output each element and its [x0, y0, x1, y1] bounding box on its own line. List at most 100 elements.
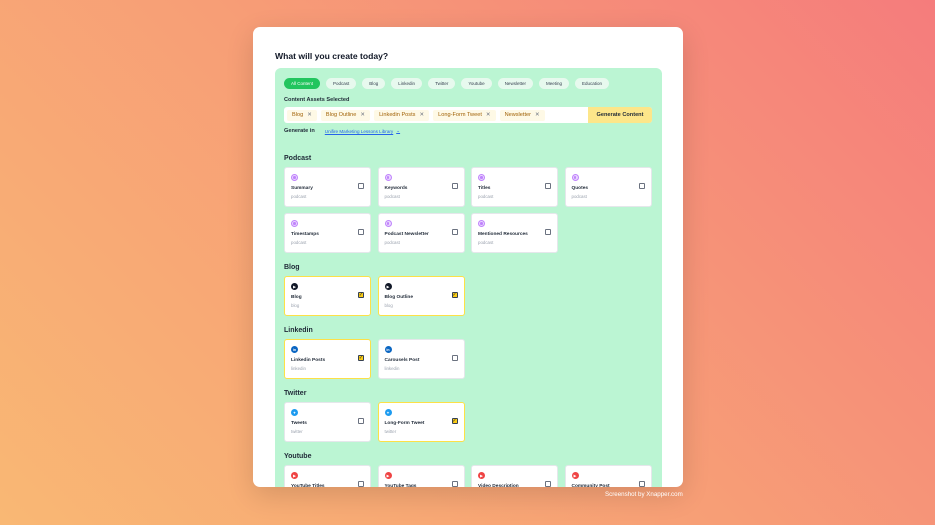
asset-card-video-description[interactable]: ▶Video Descriptionyoutube — [471, 465, 558, 487]
asset-card-titles[interactable]: Titles podcast — [471, 167, 558, 207]
asset-card-keywords[interactable]: Keywords podcast — [377, 167, 465, 207]
filter-tab-podcast[interactable]: Podcast — [326, 78, 357, 89]
asset-checkbox[interactable]: ✓ — [451, 418, 458, 424]
asset-card-youtube-titles[interactable]: ▶YouTube Titlesyoutube — [284, 465, 371, 487]
asset-checkbox[interactable]: ✓ — [451, 292, 458, 298]
library-dropdown[interactable]: Unifire Marketing Lessons Library ⌄ — [325, 128, 400, 134]
assets-selected-label: Content Assets Selected — [284, 97, 350, 103]
asset-card-timestamps[interactable]: Timestamps podcast — [284, 213, 371, 253]
asset-card-mentioned-resources[interactable]: Mentioned Resources podcast — [471, 213, 558, 253]
asset-card-community-post[interactable]: ▶Community Postyoutube — [564, 465, 652, 487]
asset-checkbox[interactable] — [545, 229, 551, 235]
content-panel: All Content Podcast Blog Linkedin Twitter You… — [275, 68, 662, 487]
asset-checkbox[interactable] — [545, 481, 551, 487]
filter-tab-youtube[interactable]: Youtube — [461, 78, 492, 89]
generate-content-button[interactable]: Generate Content — [588, 107, 652, 123]
asset-name: Long-Form Tweet — [384, 421, 425, 426]
section-title-twitter: Twitter — [284, 390, 307, 397]
asset-category: blog — [384, 303, 393, 308]
asset-card-tweets[interactable]: ✦ Tweets twitter — [284, 402, 371, 442]
asset-category: podcast — [291, 194, 307, 199]
content-creator-card: What will you create today? All Content P… — [253, 27, 683, 487]
filter-tab-all-content[interactable]: All Content — [284, 78, 321, 89]
asset-category: linkedin — [291, 366, 306, 371]
asset-checkbox[interactable] — [451, 481, 458, 487]
selected-tag-label: Linkedin Posts — [379, 112, 416, 118]
asset-category: podcast — [571, 194, 587, 199]
assets-selected-bar: Blog ✕ Blog Outline ✕ Linkedin Posts ✕ Long-Fo… — [284, 107, 652, 123]
asset-card-long-form-tweet[interactable]: ✦ Long-Form Tweet twitter ✓ — [377, 402, 465, 442]
remove-tag-icon[interactable]: ✕ — [360, 112, 365, 118]
asset-card-quotes[interactable]: Quotes podcast — [564, 167, 652, 207]
twitter-icon: ✦ — [384, 409, 392, 416]
asset-card-youtube-tags[interactable]: ▶YouTube Tagsyoutube — [377, 465, 465, 487]
asset-checkbox[interactable] — [358, 418, 364, 424]
asset-checkbox[interactable]: ✓ — [358, 292, 364, 298]
asset-checkbox[interactable] — [545, 183, 551, 189]
asset-category: podcast — [478, 194, 494, 199]
selected-tag: Newsletter ✕ — [499, 109, 545, 121]
asset-name: Podcast Newsletter — [384, 232, 429, 237]
asset-name: Community Post — [571, 484, 610, 487]
generate-in-label: Generate in — [284, 128, 315, 134]
blog-icon: ▶ — [384, 283, 392, 290]
watermark: Screenshot by Xnapper.com — [605, 491, 683, 498]
section-title-youtube: Youtube — [284, 453, 312, 460]
asset-card-podcast-newsletter[interactable]: Podcast Newsletter podcast — [377, 213, 465, 253]
asset-checkbox[interactable] — [451, 183, 458, 189]
filter-tab-education[interactable]: Education — [574, 78, 609, 89]
filter-tab-linkedin[interactable]: Linkedin — [391, 78, 423, 89]
remove-tag-icon[interactable]: ✕ — [307, 112, 312, 118]
asset-checkbox[interactable] — [358, 229, 364, 235]
generate-in-row: Generate in Unifire Marketing Lessons Li… — [284, 128, 400, 134]
youtube-icon: ▶ — [291, 472, 298, 479]
asset-category: twitter — [291, 429, 303, 434]
asset-checkbox[interactable] — [451, 355, 458, 361]
asset-card-summary[interactable]: Summary podcast — [284, 167, 371, 207]
asset-checkbox[interactable]: ✓ — [358, 355, 364, 361]
remove-tag-icon[interactable]: ✕ — [419, 112, 424, 118]
selected-tag: Linkedin Posts ✕ — [374, 109, 430, 121]
asset-checkbox[interactable] — [451, 229, 458, 235]
twitter-icon: ✦ — [291, 409, 298, 416]
selected-tag: Blog Outline ✕ — [320, 109, 371, 121]
asset-name: YouTube Tags — [384, 484, 417, 487]
asset-card-linkedin-posts[interactable]: in Linkedin Posts linkedin ✓ — [284, 339, 371, 379]
filter-tab-meeting[interactable]: Meeting — [538, 78, 569, 89]
asset-name: Timestamps — [291, 232, 319, 237]
filter-tab-twitter[interactable]: Twitter — [428, 78, 456, 89]
asset-checkbox[interactable] — [638, 183, 645, 189]
selected-tag: Blog ✕ — [287, 109, 317, 121]
asset-card-blog[interactable]: ▶ Blog blog ✓ — [284, 276, 371, 316]
asset-card-carousels-post[interactable]: in Carousels Post linkedin — [377, 339, 465, 379]
linkedin-icon: in — [384, 346, 392, 353]
linkedin-icon: in — [291, 346, 298, 353]
asset-name: Quotes — [571, 186, 589, 191]
remove-tag-icon[interactable]: ✕ — [535, 112, 540, 118]
asset-checkbox[interactable] — [358, 183, 364, 189]
filter-tab-blog[interactable]: Blog — [362, 78, 386, 89]
asset-name: Keywords — [384, 186, 408, 191]
asset-name: Blog Outline — [384, 295, 414, 300]
chevron-down-icon: ⌄ — [396, 128, 401, 133]
asset-name: Mentioned Resources — [478, 232, 528, 237]
asset-category: podcast — [291, 240, 307, 245]
remove-tag-icon[interactable]: ✕ — [486, 112, 491, 118]
youtube-icon: ▶ — [478, 472, 485, 479]
section-title-blog: Blog — [284, 264, 300, 271]
blog-icon: ▶ — [291, 283, 298, 290]
podcast-icon — [478, 220, 485, 227]
asset-name: Blog — [291, 295, 302, 300]
selected-tag-label: Long-Form Tweet — [438, 112, 482, 118]
asset-checkbox[interactable] — [358, 481, 364, 487]
filter-tab-newsletter[interactable]: Newsletter — [497, 78, 533, 89]
section-title-podcast: Podcast — [284, 155, 312, 162]
asset-name: Titles — [478, 186, 491, 191]
selected-tag: Long-Form Tweet ✕ — [433, 109, 496, 121]
asset-card-blog-outline[interactable]: ▶ Blog Outline blog ✓ — [377, 276, 465, 316]
asset-checkbox[interactable] — [638, 481, 645, 487]
page-title: What will you create today? — [275, 51, 389, 61]
youtube-icon: ▶ — [384, 472, 392, 479]
asset-category: linkedin — [384, 366, 400, 371]
selected-tag-label: Newsletter — [504, 112, 531, 118]
